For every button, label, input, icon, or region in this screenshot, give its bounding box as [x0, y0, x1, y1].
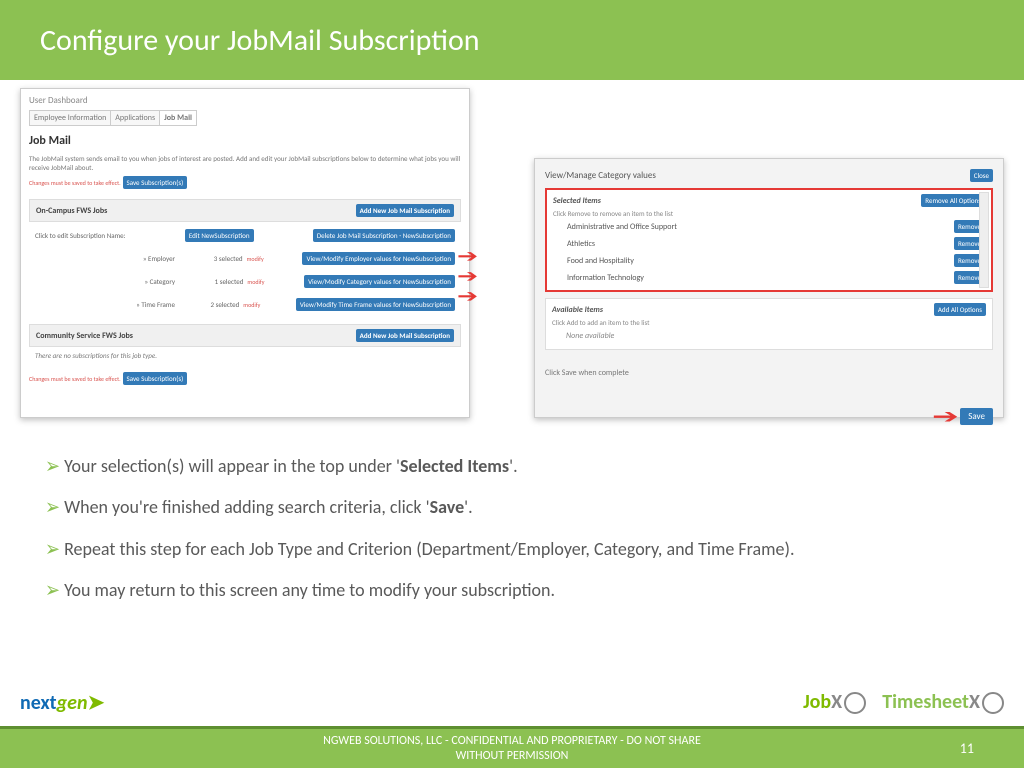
selected-items-box: Selected Items Remove All Options Click …: [545, 188, 993, 292]
list-item: Food and HospitalityRemove: [553, 252, 985, 269]
clock-icon: [982, 692, 1004, 714]
job-type-header-oncampus: On-Campus FWS Jobs Add New Job Mail Subs…: [29, 199, 461, 222]
item-label: Food and Hospitality: [567, 256, 634, 266]
slide-title: Configure your JobMail Subscription: [40, 22, 480, 59]
delete-subscription-button[interactable]: Delete Job Mail Subscription - NewSubscr…: [313, 229, 455, 242]
unsaved-warning: Changes must be saved to take effect.: [29, 179, 121, 187]
criterion-label: » Employer: [35, 254, 175, 263]
modify-link[interactable]: modify: [247, 278, 264, 286]
item-label: Information Technology: [567, 273, 644, 283]
criterion-count: 2 selected: [210, 300, 239, 309]
criterion-row-category: » Category 1 selectedmodify View/Modify …: [29, 272, 461, 291]
close-button[interactable]: Close: [970, 169, 993, 182]
clock-icon: [844, 692, 866, 714]
slide-footer: NGWEB SOLUTIONS, LLC - CONFIDENTIAL AND …: [0, 726, 1024, 768]
arrow-icon: ➔: [932, 404, 959, 429]
logo-row: nextgen➤ JobX TimesheetX: [0, 682, 1024, 722]
edit-name-label: Click to edit Subscription Name:: [35, 231, 126, 240]
list-item: Information TechnologyRemove: [553, 269, 985, 286]
jobmail-dashboard-screenshot: User Dashboard Employee InformationAppli…: [20, 88, 470, 418]
available-items-hint: Click Add to add an item to the list: [552, 318, 986, 327]
save-subscriptions-button[interactable]: Save Subscription(s): [123, 372, 188, 385]
tab-employee-info[interactable]: Employee Information: [29, 110, 111, 126]
selected-items-hint: Click Remove to remove an item to the li…: [553, 209, 985, 218]
arrow-icon: ➔: [457, 245, 478, 267]
chevron-right-icon: ➢: [45, 494, 60, 522]
jobx-logo: JobX: [803, 690, 866, 714]
view-modify-category-button[interactable]: View/Modify Category values for NewSubsc…: [304, 275, 455, 288]
criterion-row-timeframe: » Time Frame 2 selected modify View/Modif…: [29, 295, 461, 314]
add-subscription-button[interactable]: Add New Job Mail Subscription: [356, 204, 454, 217]
bullet-item: ➢Your selection(s) will appear in the to…: [45, 455, 979, 478]
breadcrumb: User Dashboard: [29, 95, 461, 106]
arrow-icon: ➔: [457, 285, 478, 307]
job-type-label: Community Service FWS Jobs: [36, 331, 133, 341]
job-type-label: On-Campus FWS Jobs: [36, 206, 107, 216]
unsaved-warning: Changes must be saved to take effect.: [29, 375, 121, 383]
add-subscription-button[interactable]: Add New Job Mail Subscription: [356, 329, 454, 342]
page-number: 11: [960, 740, 974, 757]
edit-subscription-button[interactable]: Edit NewSubscription: [185, 229, 254, 242]
scrollbar[interactable]: [979, 192, 989, 288]
category-popup-screenshot: View/Manage Category values Close Select…: [534, 158, 1004, 418]
job-type-header-community: Community Service FWS Jobs Add New Job M…: [29, 324, 461, 347]
intro-text: The JobMail system sends email to you wh…: [29, 154, 461, 172]
criterion-count: 3 selected: [214, 254, 243, 263]
criterion-label: » Time Frame: [35, 300, 175, 309]
slide-title-bar: Configure your JobMail Subscription: [0, 0, 1024, 80]
criterion-label: » Category: [35, 277, 175, 286]
chevron-right-icon: ➢: [45, 577, 60, 605]
timesheetx-logo: TimesheetX: [882, 690, 1004, 714]
view-modify-employer-button[interactable]: View/Modify Employer values for NewSubsc…: [302, 252, 455, 265]
tab-job-mail[interactable]: Job Mail: [159, 110, 197, 126]
criterion-count: 1 selected: [215, 277, 244, 286]
selected-items-heading: Selected Items: [553, 196, 601, 206]
screenshot-area: User Dashboard Employee InformationAppli…: [0, 80, 1024, 435]
remove-all-button[interactable]: Remove All Options: [921, 194, 985, 207]
available-items-heading: Available Items: [552, 305, 603, 315]
modify-link[interactable]: modify: [247, 255, 264, 263]
add-all-button[interactable]: Add All Options: [934, 303, 986, 316]
list-item: Administrative and Office SupportRemove: [553, 218, 985, 235]
criterion-row-employer: » Employer 3 selected modify View/Modify …: [29, 249, 461, 268]
subscription-edit-row: Click to edit Subscription Name: Edit Ne…: [29, 226, 461, 245]
page-title: Job Mail: [29, 134, 461, 148]
item-label: Administrative and Office Support: [567, 222, 677, 232]
tab-bar: Employee InformationApplicationsJob Mail: [29, 110, 461, 126]
none-available-text: None available: [552, 327, 986, 345]
popup-title: View/Manage Category values: [545, 170, 656, 181]
bullet-item: ➢You may return to this screen any time …: [45, 579, 979, 602]
chevron-right-icon: ➢: [45, 453, 60, 481]
save-hint: Click Save when complete: [545, 368, 993, 378]
footer-text: NGWEB SOLUTIONS, LLC - CONFIDENTIAL AND …: [312, 734, 712, 763]
bullet-item: ➢When you're finished adding search crit…: [45, 496, 979, 519]
modify-link[interactable]: modify: [243, 301, 260, 309]
view-modify-timeframe-button[interactable]: View/Modify Time Frame values for NewSub…: [296, 298, 455, 311]
no-subscriptions-text: There are no subscriptions for this job …: [29, 347, 461, 364]
tab-applications[interactable]: Applications: [110, 110, 160, 126]
arrow-icon: ➔: [457, 265, 478, 287]
available-items-box: Available Items Add All Options Click Ad…: [545, 298, 993, 350]
list-item: AthleticsRemove: [553, 235, 985, 252]
bullet-list: ➢Your selection(s) will appear in the to…: [0, 435, 1024, 603]
save-subscriptions-button[interactable]: Save Subscription(s): [123, 176, 188, 189]
item-label: Athletics: [567, 239, 595, 249]
callout-arrows: ➔ ➔ ➔: [460, 245, 490, 305]
save-button[interactable]: Save: [960, 408, 993, 425]
nextgen-logo: nextgen➤: [20, 690, 104, 715]
chevron-right-icon: ➢: [45, 535, 60, 563]
bullet-item: ➢Repeat this step for each Job Type and …: [45, 538, 979, 561]
